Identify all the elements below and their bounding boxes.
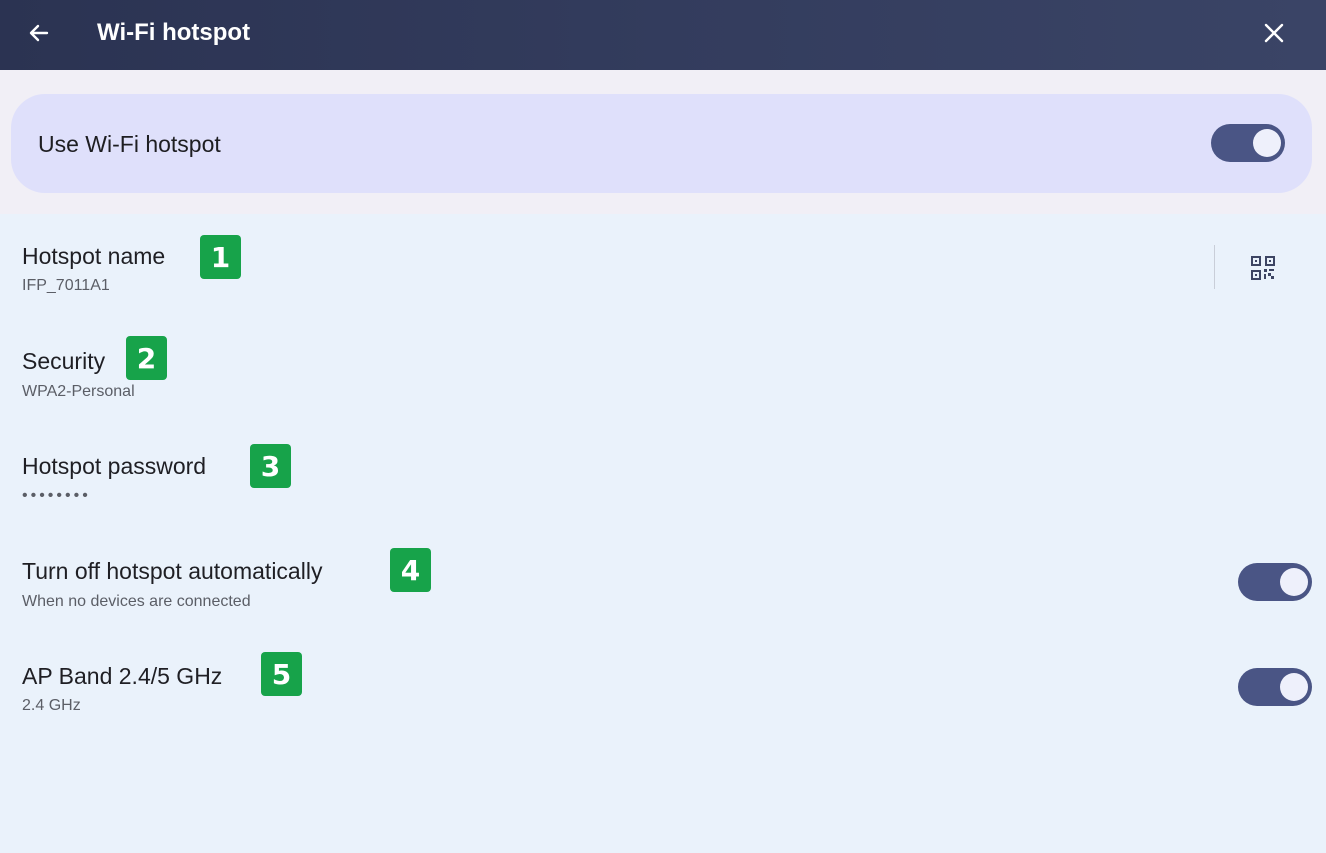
arrow-left-icon: [29, 24, 49, 42]
qr-code-icon: [1251, 256, 1275, 280]
title-bar: Wi-Fi hotspot: [0, 0, 1326, 70]
security-item[interactable]: Security 2 WPA2-Personal: [0, 334, 1326, 412]
callout-badge-5: 5: [261, 652, 302, 696]
hotspot-name-value: IFP_7011A1: [22, 277, 110, 294]
ap-band-switch[interactable]: [1238, 668, 1312, 706]
switch-knob: [1253, 129, 1281, 157]
back-button[interactable]: [20, 14, 58, 52]
hotspot-name-title: Hotspot name: [22, 243, 166, 269]
hotspot-password-item[interactable]: Hotspot password 3 ••••••••: [0, 440, 1326, 518]
ap-band-title: AP Band 2.4/5 GHz: [22, 663, 223, 689]
divider: [1214, 245, 1215, 289]
page-title: Wi-Fi hotspot: [97, 19, 251, 46]
security-title: Security: [22, 348, 106, 374]
auto-turn-off-item[interactable]: Turn off hotspot automatically 4 When no…: [0, 544, 1326, 622]
hotspot-password-title: Hotspot password: [22, 453, 207, 479]
switch-knob: [1280, 673, 1308, 701]
use-wifi-hotspot-switch[interactable]: [1211, 124, 1285, 162]
use-wifi-hotspot-label: Use Wi-Fi hotspot: [38, 131, 221, 157]
security-value: WPA2-Personal: [22, 383, 135, 400]
callout-badge-4: 4: [390, 548, 431, 592]
close-icon: [1264, 23, 1284, 43]
ap-band-item[interactable]: AP Band 2.4/5 GHz 5 2.4 GHz: [0, 650, 1326, 728]
auto-turn-off-subtitle: When no devices are connected: [22, 593, 251, 610]
hotspot-name-item[interactable]: Hotspot name 1 IFP_7011A1: [0, 230, 1326, 308]
auto-turn-off-title: Turn off hotspot automatically: [22, 558, 323, 584]
qr-code-button[interactable]: [1244, 250, 1282, 286]
callout-badge-2: 2: [126, 336, 167, 380]
callout-badge-3: 3: [250, 444, 291, 488]
ap-band-value: 2.4 GHz: [22, 697, 81, 714]
auto-turn-off-switch[interactable]: [1238, 563, 1312, 601]
callout-badge-1: 1: [200, 235, 241, 279]
switch-knob: [1280, 568, 1308, 596]
hotspot-password-value: ••••••••: [22, 487, 91, 504]
close-button[interactable]: [1254, 14, 1294, 52]
use-wifi-hotspot-card[interactable]: Use Wi-Fi hotspot: [11, 94, 1312, 193]
